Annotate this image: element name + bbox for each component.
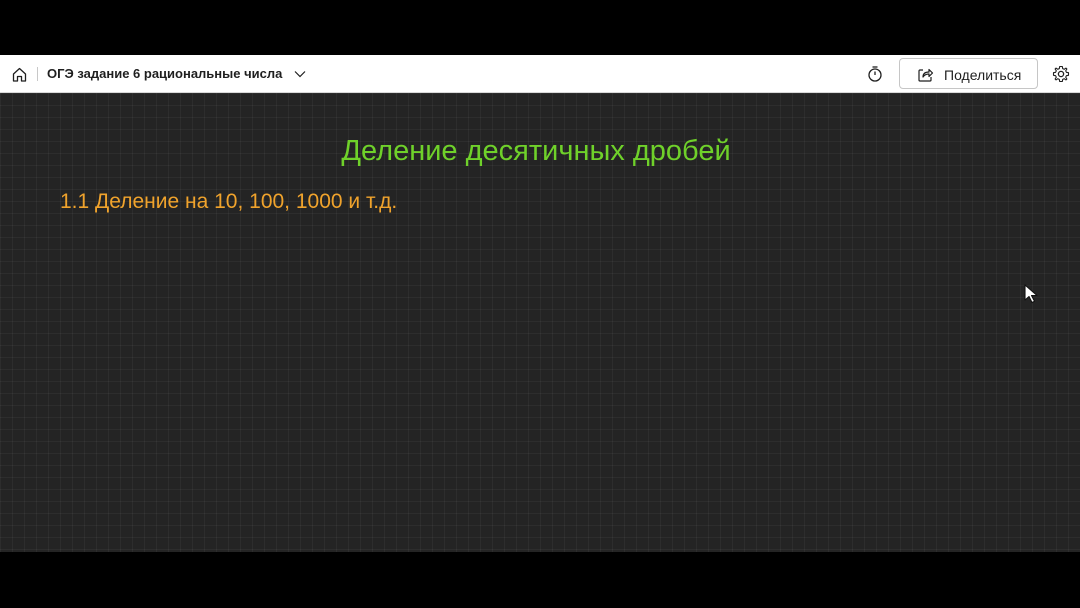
slide-title: Деление десятичных дробей (341, 135, 731, 167)
gear-icon (1052, 65, 1070, 83)
slide-subtitle: 1.1 Деление на 10, 100, 1000 и т.д. (60, 190, 398, 213)
stopwatch-icon (868, 66, 882, 82)
settings-button[interactable] (1051, 64, 1071, 84)
chevron-down-icon (294, 71, 306, 78)
title-dropdown-button[interactable] (292, 66, 308, 82)
home-button[interactable] (9, 64, 29, 84)
document-title[interactable]: ОГЭ задание 6 рациональные числа (47, 66, 282, 82)
slide-canvas[interactable]: Деление десятичных дробей 1.1 Деление на… (0, 93, 1080, 552)
share-icon (916, 65, 934, 83)
letterbox-top (0, 0, 1080, 55)
top-toolbar: ОГЭ задание 6 рациональные числа Поделит… (0, 55, 1080, 93)
mouse-cursor-icon (1024, 284, 1038, 304)
share-button[interactable]: Поделиться (899, 58, 1038, 89)
home-icon (12, 67, 26, 82)
toolbar-divider (37, 67, 38, 81)
share-button-label: Поделиться (944, 67, 1022, 83)
letterbox-bottom (0, 552, 1080, 608)
timer-button[interactable] (865, 64, 885, 84)
